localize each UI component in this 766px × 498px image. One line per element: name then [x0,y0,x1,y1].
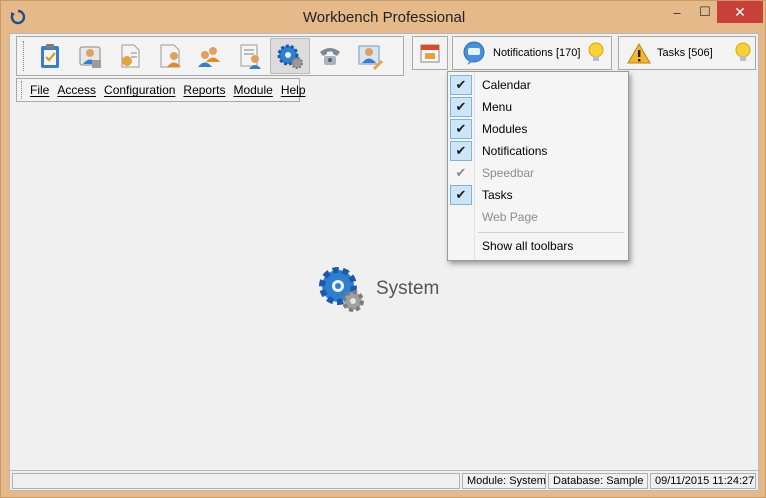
clipboard-icon[interactable] [30,38,70,74]
close-button[interactable]: ✕ [717,1,763,23]
module-name: System [376,278,440,299]
menu-bar: File Access Configuration Reports Module… [16,78,306,102]
menu-item-tasks[interactable]: ✔ Tasks [448,184,628,206]
status-datetime: 09/11/2015 11:24:27 [650,473,756,489]
title-bar[interactable]: Workbench Professional ‒ ☐ ✕ [1,1,766,33]
menu-item-label: Show all toolbars [482,239,574,253]
lightbulb-icon [735,42,751,61]
check-icon: ✔ [450,141,472,161]
warning-icon [627,43,651,64]
menu-access[interactable]: Access [53,83,100,97]
user-edit-icon[interactable] [350,38,390,74]
menu-item-show-all-toolbars[interactable]: Show all toolbars [448,235,628,257]
user-list-icon[interactable] [230,38,270,74]
menu-configuration[interactable]: Configuration [100,83,179,97]
menu-item-label: Speedbar [482,166,535,180]
toolbar-grip[interactable] [23,41,26,71]
menu-item-web-page[interactable]: Web Page [448,206,628,228]
lightbulb-icon [588,42,604,61]
minimize-button[interactable]: ‒ [663,1,691,23]
tasks-label: Tasks [506] [657,47,713,59]
check-icon: ✔ [450,185,472,205]
check-icon: ✔ [450,97,472,117]
maximize-button[interactable]: ☐ [691,1,719,23]
document-user-icon[interactable] [110,38,150,74]
gear-icon[interactable] [270,38,310,74]
menu-item-label: Web Page [482,210,538,224]
system-gear-icon [319,267,364,312]
calendar-icon[interactable] [419,42,441,64]
modules-toolbar [16,36,404,76]
menu-item-speedbar[interactable]: ✔ Speedbar [448,162,628,184]
status-database: Database: Sample [548,473,648,489]
notifications-label: Notifications [170] [493,47,581,59]
window-title: Workbench Professional [302,9,466,26]
menu-item-label: Modules [482,122,528,136]
menu-item-label: Calendar [482,78,531,92]
toolbars-context-menu: ✔ Calendar ✔ Menu ✔ Modules ✔ Notificati… [447,71,629,261]
calendar-toolbar [412,36,448,70]
menu-reports[interactable]: Reports [179,83,229,97]
users-group-icon[interactable] [190,38,230,74]
status-message [12,473,460,489]
menu-item-modules[interactable]: ✔ Modules [448,118,628,140]
user-card-icon[interactable] [70,38,110,74]
status-module: Module: System [462,473,546,489]
menu-item-label: Tasks [482,188,513,202]
check-placeholder [450,236,472,256]
menu-item-calendar[interactable]: ✔ Calendar [448,74,628,96]
menu-file[interactable]: File [26,83,53,97]
speech-bubble-icon [463,41,485,65]
app-window: Workbench Professional ‒ ☐ ✕ Notificatio… [0,0,766,498]
menu-help[interactable]: Help [277,83,310,97]
notifications-toolbar[interactable]: Notifications [170] [452,36,612,70]
check-icon: ✔ [450,75,472,95]
menu-separator [478,232,624,233]
menu-item-label: Notifications [482,144,548,158]
user-document-icon[interactable] [150,38,190,74]
menu-module[interactable]: Module [229,83,276,97]
check-placeholder [450,207,472,227]
menu-grip[interactable] [21,81,22,99]
main-client-area: Notifications [170] Tasks [506] File Acc… [9,33,759,491]
menu-item-notifications[interactable]: ✔ Notifications [448,140,628,162]
phone-icon[interactable] [310,38,350,74]
status-bar: Module: System Database: Sample 09/11/20… [10,470,758,490]
check-icon: ✔ [455,165,467,180]
tasks-toolbar[interactable]: Tasks [506] [618,36,756,70]
module-display: System [316,264,439,314]
menu-item-menu[interactable]: ✔ Menu [448,96,628,118]
check-icon: ✔ [450,119,472,139]
menu-item-label: Menu [482,100,513,114]
